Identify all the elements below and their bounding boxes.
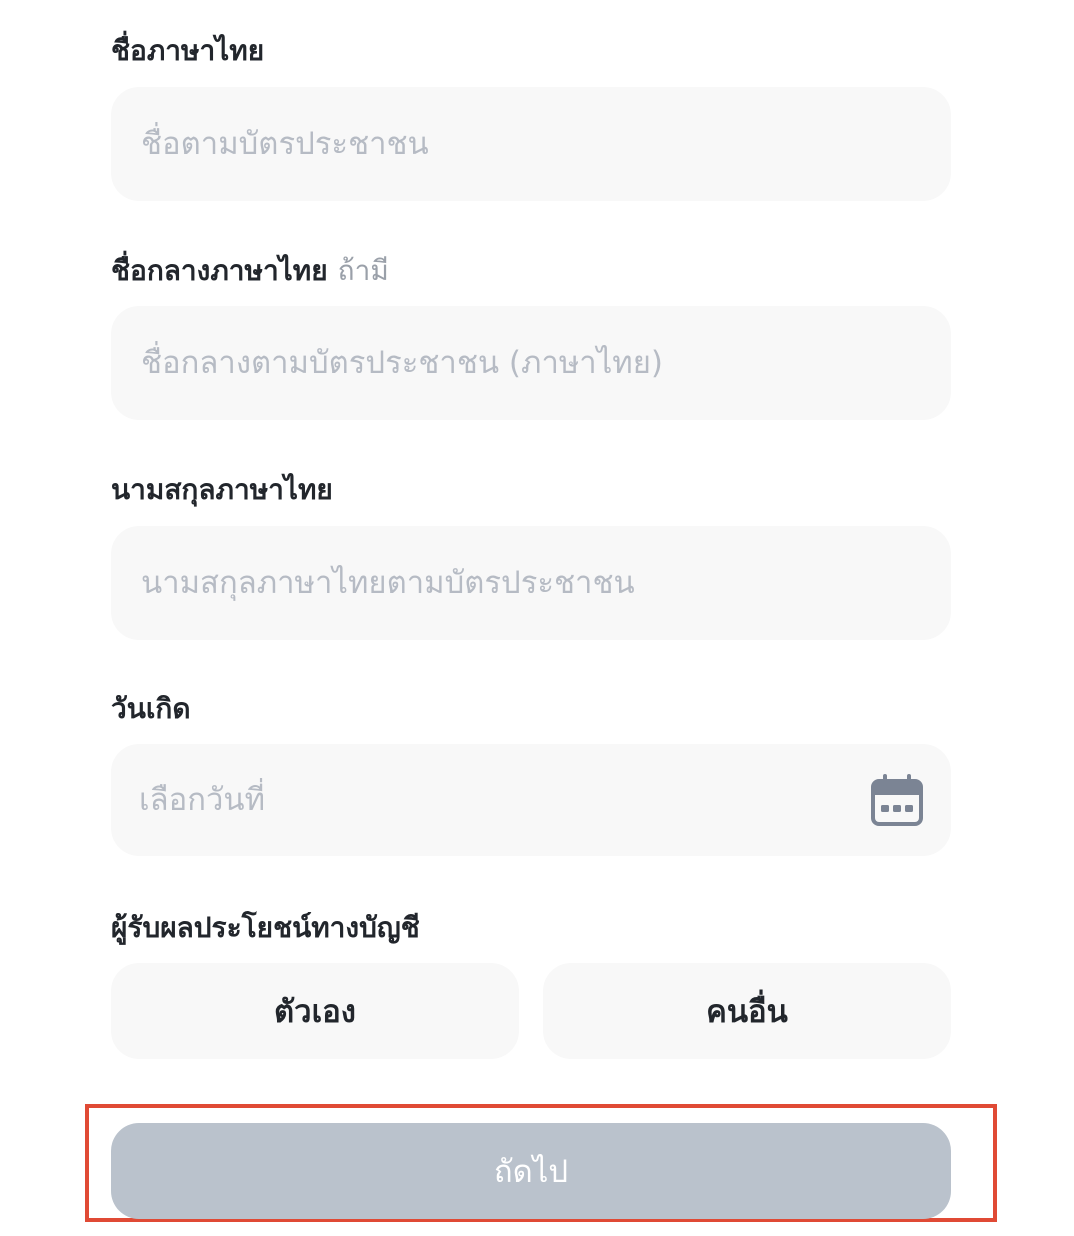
last-name-field[interactable] (111, 526, 951, 640)
optional-hint: ถ้ามี (337, 254, 389, 287)
last-name-label: นามสกุลภาษาไทย (111, 473, 333, 506)
first-name-label: ชื่อภาษาไทย (111, 34, 265, 67)
birth-date-input[interactable] (139, 744, 859, 856)
middle-name-field[interactable] (111, 306, 951, 420)
last-name-input[interactable] (141, 526, 861, 640)
first-name-input[interactable] (141, 87, 861, 201)
beneficiary-label: ผู้รับผลประโยชน์ทางบัญชี (111, 911, 420, 944)
birth-date-field[interactable] (111, 744, 951, 856)
beneficiary-self-button[interactable]: ตัวเอง (111, 963, 519, 1059)
beneficiary-other-button[interactable]: คนอื่น (543, 963, 951, 1059)
birth-date-label: วันเกิด (111, 692, 191, 725)
calendar-icon[interactable] (869, 773, 925, 829)
middle-name-label: ชื่อกลางภาษาไทย (111, 254, 328, 287)
middle-name-label-row: ชื่อกลางภาษาไทย ถ้ามี (111, 253, 389, 289)
middle-name-input[interactable] (141, 306, 861, 420)
first-name-field[interactable] (111, 87, 951, 201)
next-button[interactable]: ถัดไป (111, 1123, 951, 1219)
